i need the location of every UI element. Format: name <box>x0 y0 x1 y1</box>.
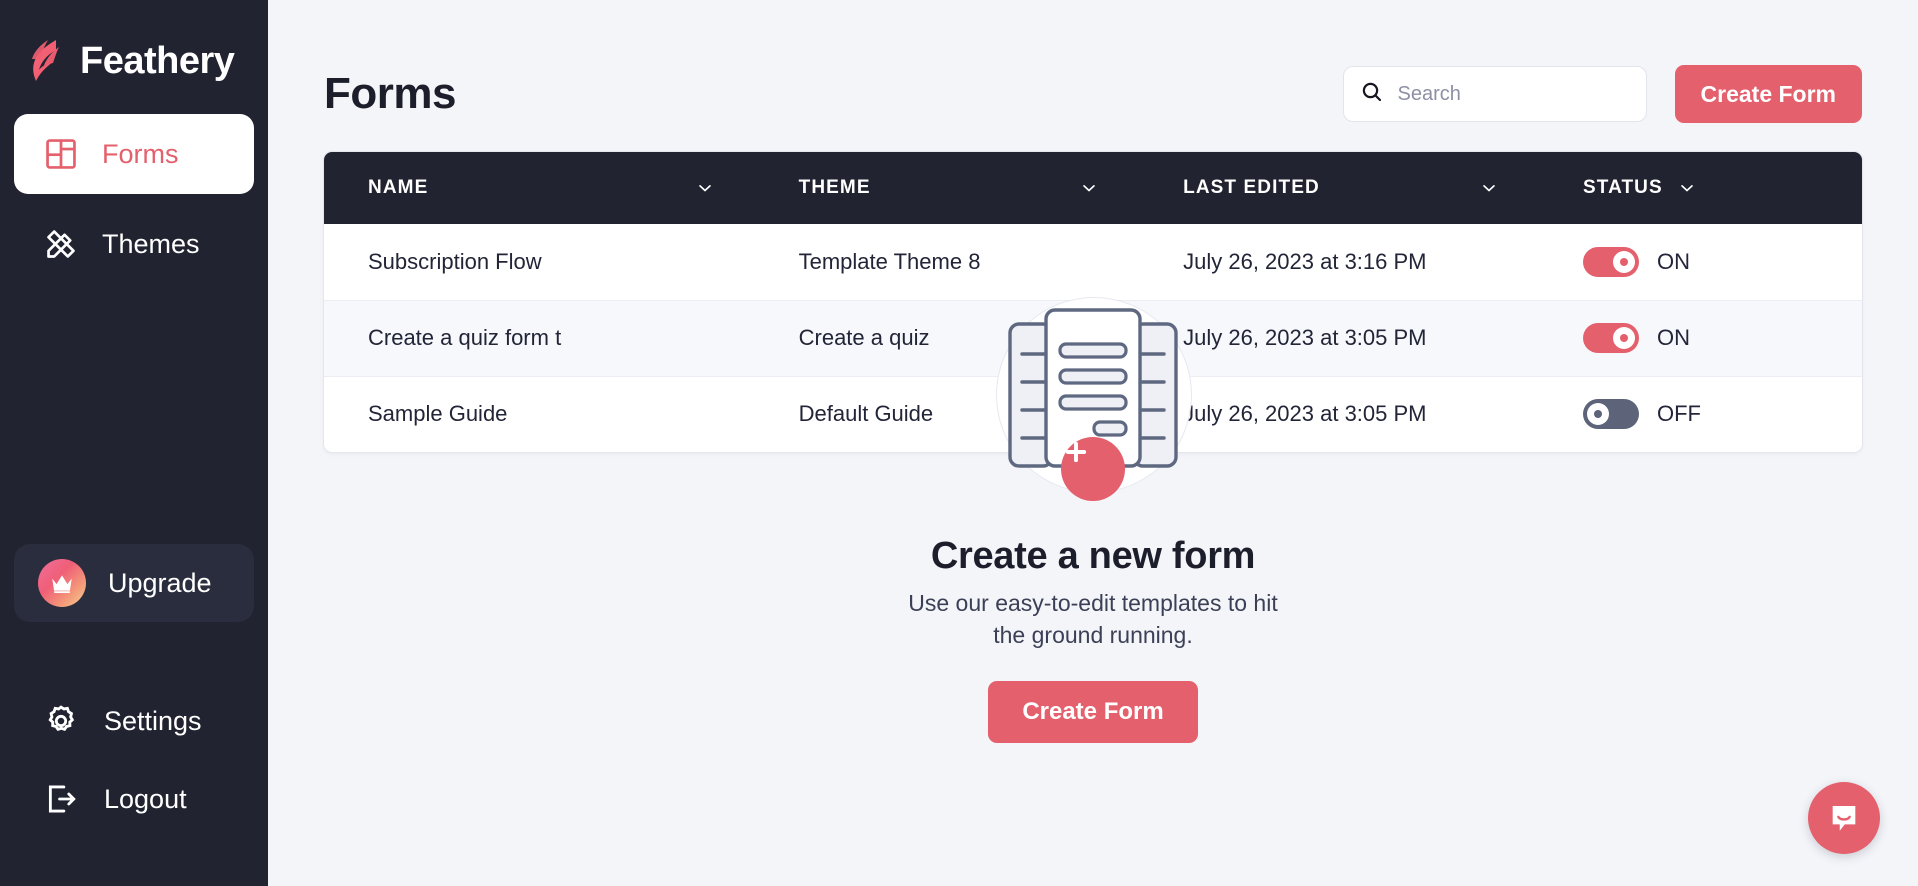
table-row[interactable]: Create a quiz form t Create a quiz July … <box>324 300 1862 376</box>
gear-icon <box>42 702 80 740</box>
cell-theme: Create a quiz <box>798 325 930 350</box>
page-header: Forms Create Form <box>268 0 1918 140</box>
status-label: OFF <box>1657 401 1701 427</box>
empty-state-subtitle: Use our easy-to-edit templates to hit th… <box>908 590 1278 648</box>
status-label: ON <box>1657 325 1690 350</box>
grid-layout-icon <box>42 135 80 173</box>
create-form-button[interactable]: Create Form <box>1674 65 1862 123</box>
empty-state-cta-wrapper: Create Form <box>988 681 1198 743</box>
cell-last-edited: July 26, 2023 at 3:05 PM <box>1183 401 1427 427</box>
column-label: THEME <box>798 177 871 198</box>
column-label: STATUS <box>1583 177 1663 198</box>
create-form-button-secondary[interactable]: Create Form <box>988 681 1198 743</box>
table-header-row: NAME THEME LAST EDITED STATUS <box>324 152 1862 224</box>
column-header-name[interactable]: NAME <box>324 152 755 224</box>
status-toggle[interactable] <box>1583 399 1639 430</box>
chevron-down-icon[interactable] <box>1677 178 1697 198</box>
cell-status: ON <box>1539 300 1862 376</box>
status-label: ON <box>1657 248 1690 274</box>
sidebar-item-label: Forms <box>102 138 179 169</box>
sidebar-item-label: Settings <box>104 705 202 736</box>
cell-status: ON <box>1539 224 1862 300</box>
sidebar-item-label: Logout <box>104 783 187 814</box>
chevron-down-icon[interactable] <box>1079 178 1099 198</box>
forms-table: NAME THEME LAST EDITED STATUS Subscripti… <box>324 152 1862 452</box>
cell-name: Sample Guide <box>368 401 508 427</box>
cell-status: OFF <box>1539 376 1862 452</box>
main-content: Forms Create Form <box>268 0 1918 886</box>
column-label: NAME <box>368 177 429 198</box>
brand-name: Feathery <box>80 40 235 82</box>
crown-icon <box>38 559 86 607</box>
column-header-status[interactable]: STATUS <box>1539 152 1862 224</box>
cell-last-edited: July 26, 2023 at 3:16 PM <box>1183 248 1427 274</box>
column-label: LAST EDITED <box>1183 177 1320 198</box>
sidebar-item-forms[interactable]: Forms <box>14 114 254 194</box>
chevron-down-icon[interactable] <box>1479 178 1499 198</box>
pencil-ruler-icon <box>42 225 80 263</box>
search-input[interactable] <box>1397 82 1630 106</box>
status-toggle[interactable] <box>1583 246 1639 277</box>
plus-icon[interactable] <box>1061 437 1125 501</box>
column-header-theme[interactable]: THEME <box>755 152 1140 224</box>
sidebar-item-logout[interactable]: Logout <box>14 760 254 838</box>
page-title: Forms <box>324 69 456 118</box>
chevron-down-icon[interactable] <box>695 178 715 198</box>
logout-arrow-icon <box>42 780 80 818</box>
search-icon <box>1360 80 1384 109</box>
brand: Feathery <box>0 0 268 92</box>
sidebar: Feathery Forms Themes Upgrade Settings L… <box>0 0 268 886</box>
search-box[interactable] <box>1342 66 1647 122</box>
upgrade-button[interactable]: Upgrade <box>14 544 254 622</box>
cell-name: Create a quiz form t <box>368 325 562 350</box>
primary-nav: Forms Themes <box>0 114 268 294</box>
upgrade-label: Upgrade <box>108 567 212 598</box>
status-toggle[interactable] <box>1583 323 1639 353</box>
secondary-nav: Upgrade Settings Logout <box>0 544 268 886</box>
sidebar-item-label: Themes <box>102 228 200 259</box>
column-header-last-edited[interactable]: LAST EDITED <box>1139 152 1539 224</box>
header-actions: Create Form <box>1342 65 1862 123</box>
sidebar-item-settings[interactable]: Settings <box>14 682 254 760</box>
chat-smile-icon[interactable] <box>1808 782 1880 854</box>
empty-state-title: Create a new form <box>930 535 1256 577</box>
sidebar-item-themes[interactable]: Themes <box>14 204 254 284</box>
cell-theme: Template Theme 8 <box>798 248 981 274</box>
cell-last-edited: July 26, 2023 at 3:05 PM <box>1183 325 1427 350</box>
cell-name: Subscription Flow <box>368 248 542 274</box>
table-row[interactable]: Subscription Flow Template Theme 8 July … <box>324 224 1862 300</box>
feathery-logo-icon <box>26 38 66 84</box>
